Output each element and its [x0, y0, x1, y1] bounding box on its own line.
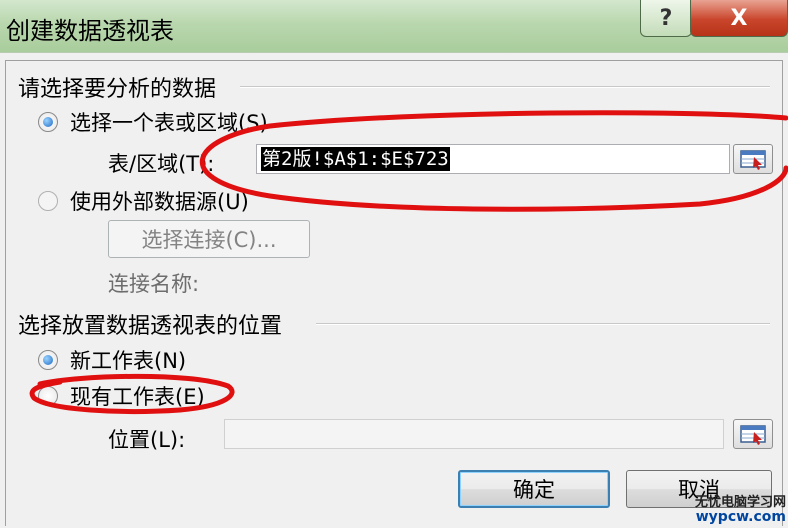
- new-sheet-radio[interactable]: [38, 350, 58, 370]
- table-range-input[interactable]: 第2版!$A$1:$E$723: [256, 144, 730, 174]
- close-button[interactable]: X: [690, 0, 788, 37]
- placement-section-title: 选择放置数据透视表的位置: [18, 314, 283, 339]
- watermark-line-1: 无忧电脑学习网: [694, 495, 786, 510]
- table-range-select-button[interactable]: [733, 144, 773, 174]
- location-select-button[interactable]: [733, 419, 773, 449]
- close-icon: X: [730, 5, 748, 31]
- external-source-option-label[interactable]: 使用外部数据源(U): [70, 186, 249, 216]
- table-range-value: 第2版!$A$1:$E$723: [261, 147, 450, 171]
- help-button[interactable]: ?: [640, 0, 692, 37]
- section-divider: [316, 323, 770, 325]
- existing-sheet-radio[interactable]: [38, 386, 58, 406]
- table-range-label: 表/区域(T):: [108, 152, 215, 176]
- existing-sheet-option-label[interactable]: 现有工作表(E): [70, 381, 205, 411]
- title-bar: 创建数据透视表 ? X: [0, 0, 788, 52]
- ok-button[interactable]: 确定: [458, 470, 610, 508]
- new-sheet-option-label[interactable]: 新工作表(N): [70, 345, 186, 375]
- section-divider: [240, 86, 770, 88]
- help-icon: ?: [659, 5, 673, 31]
- table-range-radio[interactable]: [38, 112, 58, 132]
- range-select-icon: [740, 150, 766, 170]
- choose-connection-button[interactable]: 选择连接(C)...: [108, 220, 310, 258]
- watermark-line-2: wypcw.com: [695, 509, 786, 525]
- watermark: 无忧电脑学习网 wypcw.com: [695, 495, 786, 525]
- range-select-icon: [740, 425, 766, 445]
- dialog-title: 创建数据透视表: [6, 17, 174, 45]
- analyze-section-title: 请选择要分析的数据: [18, 77, 217, 102]
- location-input[interactable]: [224, 419, 724, 449]
- location-label: 位置(L):: [108, 428, 186, 452]
- external-source-radio[interactable]: [38, 191, 58, 211]
- connection-name-label: 连接名称:: [108, 272, 200, 296]
- table-range-option-label[interactable]: 选择一个表或区域(S): [70, 107, 268, 137]
